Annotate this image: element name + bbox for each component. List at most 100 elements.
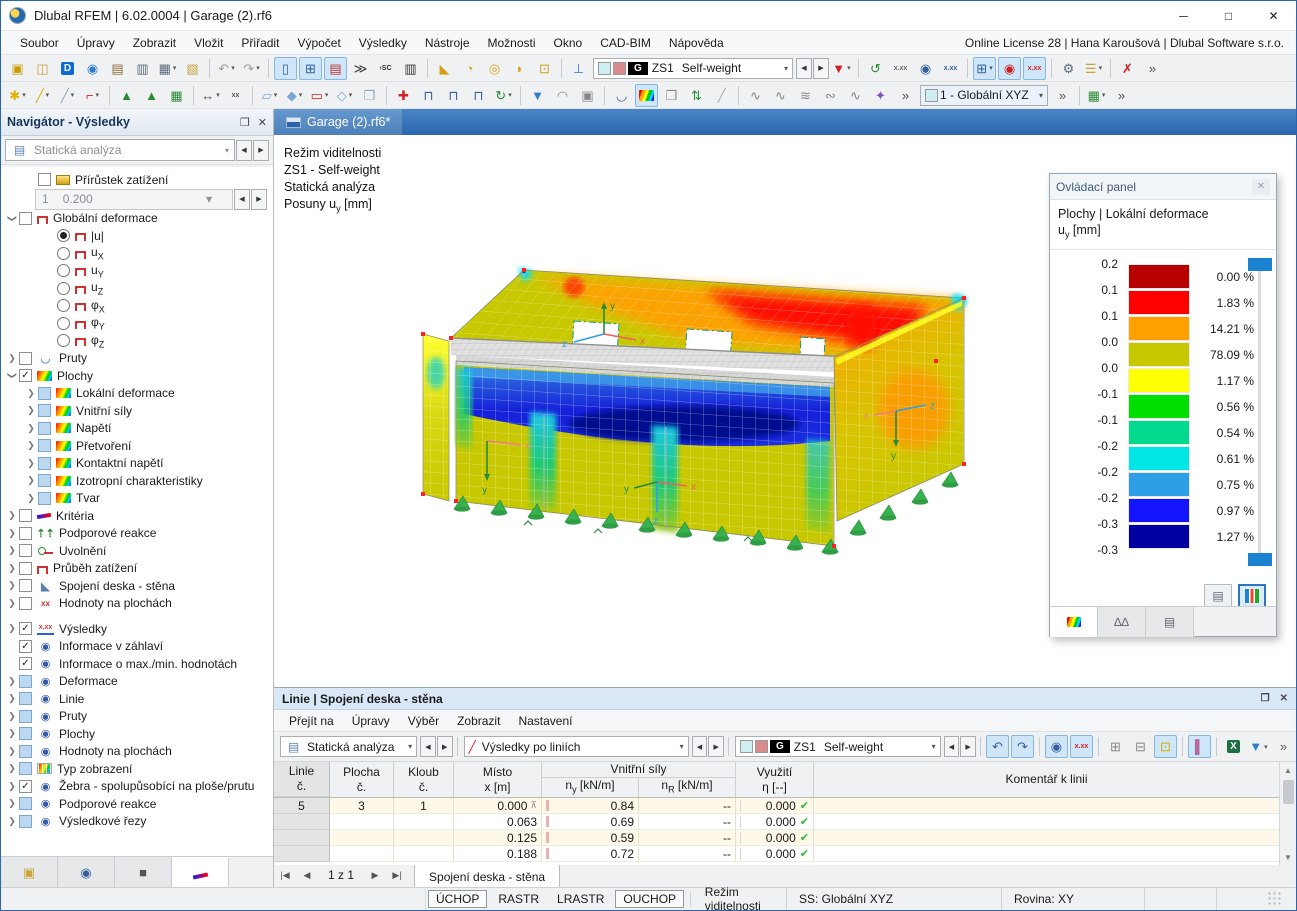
- save-icon[interactable]: ▥: [131, 57, 154, 80]
- nav-item-zebra-spolupusobici-na-plose-prutu[interactable]: ❯ ✓ ◉ Žebra - spolupůsobící na ploše/prutu: [1, 778, 273, 796]
- menu-upravy[interactable]: Úpravy: [68, 31, 124, 55]
- data-navigator-icon[interactable]: ▯: [274, 56, 297, 80]
- tab-factors[interactable]: ∆∆: [1098, 607, 1146, 637]
- radio-button[interactable]: [57, 299, 70, 313]
- expander-icon[interactable]: ❯: [5, 763, 19, 774]
- show-values-icon[interactable]: x.xx: [939, 57, 962, 80]
- nav-item-tvar[interactable]: ❯ Tvar: [1, 490, 273, 508]
- menu-cad-bim[interactable]: CAD-BIM: [591, 31, 660, 55]
- menu-vysledky[interactable]: Výsledky: [350, 31, 416, 55]
- dlubal-online-icon[interactable]: ◉: [81, 57, 104, 80]
- table-filter-icon[interactable]: ▼ ▾: [1247, 735, 1270, 758]
- coordinate-system-combo[interactable]: 1 - Globální XYZ ▾: [920, 84, 1048, 106]
- checkbox[interactable]: [38, 404, 51, 418]
- nav-item-typ-zobrazeni[interactable]: ❯ Typ zobrazení: [1, 760, 273, 778]
- toolbar2-end-overflow-icon[interactable]: »: [1110, 84, 1133, 107]
- nav-item-pretvoreni[interactable]: ❯ Přetvoření: [1, 437, 273, 455]
- render-mode-icon[interactable]: ❒: [660, 84, 683, 107]
- script-console-icon[interactable]: ›SC: [374, 57, 397, 80]
- load-case-combo[interactable]: G ZS1 Self-weight ▾: [593, 57, 793, 79]
- result-numbers-icon[interactable]: x.xx: [1023, 56, 1046, 80]
- cube-tool-icon[interactable]: ❒: [358, 84, 381, 107]
- expander-icon[interactable]: ❯: [24, 475, 38, 486]
- smooth-results-icon[interactable]: ↺: [864, 57, 887, 80]
- expander-icon[interactable]: ❯: [5, 798, 19, 809]
- show-result-icon[interactable]: ◉: [1044, 735, 1068, 758]
- radio-button[interactable]: [57, 246, 70, 260]
- show-results-icon[interactable]: ◉: [914, 57, 937, 80]
- nav-item-x[interactable]: φX: [1, 297, 273, 315]
- deactivate-results-icon[interactable]: ✗: [1116, 57, 1139, 80]
- support-line2-icon[interactable]: ⊓: [442, 84, 465, 107]
- node-tool-icon[interactable]: ✱ ▾: [6, 84, 29, 107]
- result-prev-button[interactable]: ◀: [691, 736, 708, 757]
- solid-tool-icon[interactable]: ◆ ▾: [283, 84, 306, 107]
- grid-values-icon[interactable]: ⊞ ▾: [973, 56, 996, 80]
- result-diagram1-icon[interactable]: ∿: [744, 84, 767, 107]
- table-menu-zobrazit[interactable]: Zobrazit: [448, 710, 509, 732]
- nav-item-lokalni-deformace[interactable]: ❯ Lokální deformace: [1, 385, 273, 403]
- nav-item-pruty[interactable]: ❯ ◉ Pruty: [1, 708, 273, 726]
- resize-grip[interactable]: [1268, 892, 1282, 906]
- nav-item-informace-v-zahlavi[interactable]: ✓ ◉ Informace v záhlaví: [1, 638, 273, 656]
- member-set-tool-icon[interactable]: ▲: [140, 84, 163, 107]
- expander-icon[interactable]: ❯: [5, 545, 19, 556]
- jump-forward-icon[interactable]: ↷: [1010, 735, 1034, 758]
- nav-item-plochy[interactable]: ❯ ✓ Plochy: [1, 367, 273, 385]
- checkbox[interactable]: ✓: [19, 639, 32, 653]
- checkbox[interactable]: [19, 561, 32, 575]
- expander-icon[interactable]: ❯: [7, 369, 18, 383]
- table-scrollbar[interactable]: ▲ ▼: [1279, 762, 1296, 865]
- checkbox[interactable]: [38, 456, 51, 470]
- expander-icon[interactable]: ❯: [5, 781, 19, 792]
- result-diagram-icon[interactable]: ◉: [998, 56, 1021, 80]
- structure-tool-icon[interactable]: ▦: [165, 84, 188, 107]
- jump-back-icon[interactable]: ↶: [985, 735, 1009, 758]
- expander-icon[interactable]: ❯: [5, 816, 19, 827]
- printout-panel-icon[interactable]: ▥: [399, 57, 422, 80]
- analysis-prev-button[interactable]: ◀: [236, 139, 252, 161]
- select-ring-icon[interactable]: ◎: [483, 57, 506, 80]
- tab-filter[interactable]: ▤: [1146, 607, 1194, 637]
- table-row[interactable]: 0.188 0.72 -- 0.000 ✔: [274, 846, 1279, 862]
- navigator-results-tab[interactable]: [172, 857, 229, 888]
- checkbox[interactable]: [19, 709, 32, 723]
- line-tool-icon[interactable]: ╱ ▾: [31, 84, 54, 107]
- magic-display-icon[interactable]: ✦: [869, 84, 892, 107]
- menu-vlozit[interactable]: Vložit: [185, 31, 232, 55]
- first-page-button[interactable]: |◀: [274, 865, 296, 885]
- expander-icon[interactable]: ❯: [5, 746, 19, 757]
- nav-item-podporove-reakce[interactable]: ❯ ◉ Podporové reakce: [1, 795, 273, 813]
- nav-item-prirustek-zatizeni[interactable]: Přírůstek zatížení: [1, 171, 273, 189]
- checkbox[interactable]: [19, 544, 32, 558]
- table-analysis-combo[interactable]: ▤ Statická analýza ▾: [280, 736, 418, 757]
- printout-report-icon[interactable]: ▧: [181, 57, 204, 80]
- next-page-button[interactable]: ▶: [364, 865, 386, 885]
- nav-item-vysledky[interactable]: ❯ ✓ x.xx Výsledky: [1, 620, 273, 638]
- last-page-button[interactable]: ▶|: [386, 865, 408, 885]
- checkbox[interactable]: [38, 439, 51, 453]
- checkbox[interactable]: [19, 579, 32, 593]
- result-diagram2-icon[interactable]: ∿: [769, 84, 792, 107]
- float-panel-icon[interactable]: ❐: [240, 116, 250, 129]
- float-panel-icon[interactable]: ❐: [1261, 693, 1270, 704]
- checkbox[interactable]: [19, 762, 32, 776]
- analysis-prev-button[interactable]: ◀: [420, 736, 436, 757]
- scroll-down-icon[interactable]: ▼: [1284, 849, 1292, 865]
- line-type-tool-icon[interactable]: ╱ ▾: [56, 84, 79, 107]
- expander-icon[interactable]: ❯: [5, 676, 19, 687]
- navigator-camera-tab[interactable]: ■: [115, 857, 172, 888]
- toolbar2-overflow-icon[interactable]: »: [894, 84, 917, 107]
- table-menu-upravy[interactable]: Úpravy: [343, 710, 399, 732]
- export-excel-icon[interactable]: X: [1222, 735, 1245, 758]
- dlubal-d-icon[interactable]: D: [56, 57, 79, 80]
- checkbox[interactable]: [19, 797, 32, 811]
- nav-item-pruty[interactable]: ❯ ◡ Pruty: [1, 350, 273, 368]
- checkbox[interactable]: ✓: [19, 779, 32, 793]
- opening-tool-icon[interactable]: ▭ ▾: [308, 84, 331, 107]
- menu-nastroje[interactable]: Nástroje: [416, 31, 479, 55]
- navigator-header[interactable]: Navigátor - Výsledky ❐ ✕: [1, 109, 273, 136]
- maximize-button[interactable]: □: [1206, 1, 1251, 31]
- increment-next-button[interactable]: ▶: [251, 188, 267, 210]
- nav-item-uy[interactable]: uY: [1, 262, 273, 280]
